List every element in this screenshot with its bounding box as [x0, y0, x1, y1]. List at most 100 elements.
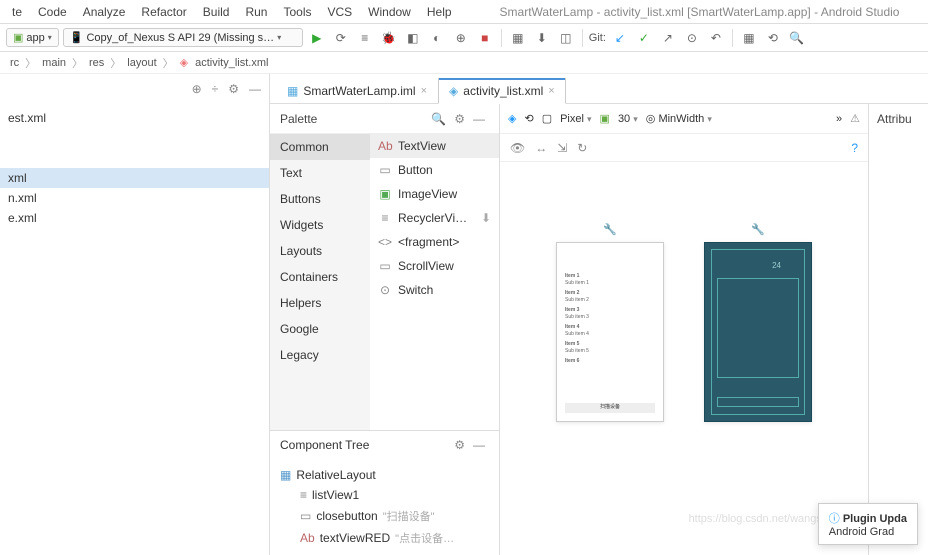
tree-item[interactable]: est.xml	[0, 108, 269, 128]
widget-switch[interactable]: ⊙Switch	[370, 278, 499, 302]
palette-cat-widgets[interactable]: Widgets	[270, 212, 370, 238]
menu-refactor[interactable]: Refactor	[133, 5, 194, 19]
attach-debugger-icon[interactable]: ⊕	[451, 28, 471, 48]
stop-icon[interactable]: ■	[475, 28, 495, 48]
minimize-icon[interactable]: —	[469, 112, 489, 126]
more-icon[interactable]: »	[836, 113, 842, 125]
git-commit-icon[interactable]: ✓	[634, 28, 654, 48]
tree-item[interactable]: e.xml	[0, 208, 269, 228]
theme-selector[interactable]: ◎ MinWidth ▾	[646, 112, 712, 125]
preview-list: Item 1Sub item 1 Item 2Sub item 2 Item 3…	[557, 243, 663, 365]
menu-item[interactable]: te	[4, 5, 30, 19]
ct-closebutton[interactable]: ▭closebutton "扫描设备"	[280, 505, 489, 527]
android-icon: ▣	[600, 112, 610, 125]
settings-icon[interactable]: ⚙	[228, 82, 239, 96]
design-device[interactable]: 🔧 Item 1Sub item 1 Item 2Sub item 2 Item…	[556, 242, 664, 422]
avd-manager-icon[interactable]: ▦	[508, 28, 528, 48]
close-icon[interactable]: ×	[421, 85, 427, 97]
git-revert-icon[interactable]: ↶	[706, 28, 726, 48]
help-icon[interactable]: ?	[851, 141, 858, 155]
device-selector[interactable]: Pixel ▾	[560, 113, 591, 125]
editor-tabs: ▦ SmartWaterLamp.iml × ◈ activity_list.x…	[270, 74, 928, 104]
coverage-icon[interactable]: ◧	[403, 28, 423, 48]
file-icon: ▦	[287, 84, 298, 98]
menu-analyze[interactable]: Analyze	[75, 5, 134, 19]
apply-changes-icon[interactable]: ⟳	[331, 28, 351, 48]
git-history-icon[interactable]: ⊙	[682, 28, 702, 48]
palette-cat-text[interactable]: Text	[270, 160, 370, 186]
minimize-icon[interactable]: —	[249, 82, 261, 96]
debug-icon[interactable]: 🐞	[379, 28, 399, 48]
warnings-icon[interactable]: ⚠	[850, 112, 860, 125]
project-structure-icon[interactable]: ▦	[739, 28, 759, 48]
sdk-manager-icon[interactable]: ⬇	[532, 28, 552, 48]
breadcrumb-part[interactable]: main	[40, 57, 68, 69]
device-icon: ▢	[542, 112, 552, 125]
run-icon[interactable]: ▶	[307, 28, 327, 48]
menu-run[interactable]: Run	[237, 5, 275, 19]
breadcrumb-part[interactable]: res	[87, 57, 106, 69]
widget-scrollview[interactable]: ▭ScrollView	[370, 254, 499, 278]
plugin-update-notification[interactable]: ⓘ Plugin Upda Android Grad	[818, 503, 918, 545]
run-config-selector[interactable]: ▣ app ▾	[6, 28, 59, 47]
menu-build[interactable]: Build	[195, 5, 238, 19]
minimize-icon[interactable]: —	[469, 438, 489, 452]
palette-cat-common[interactable]: Common	[270, 134, 370, 160]
target-icon[interactable]: ⊕	[192, 82, 202, 96]
preview-canvas[interactable]: 🔧 Item 1Sub item 1 Item 2Sub item 2 Item…	[500, 162, 868, 555]
git-push-icon[interactable]: ↗	[658, 28, 678, 48]
menu-window[interactable]: Window	[360, 5, 419, 19]
breadcrumb-file[interactable]: activity_list.xml	[193, 57, 270, 69]
blueprint-measure: 24	[772, 261, 781, 270]
pan-icon[interactable]: ↔	[535, 141, 547, 155]
ct-listview[interactable]: ≡listView1	[280, 485, 489, 505]
tab-layout[interactable]: ◈ activity_list.xml ×	[438, 78, 566, 104]
orientation-icon[interactable]: ⟲	[524, 112, 533, 125]
palette-cat-google[interactable]: Google	[270, 316, 370, 342]
close-icon[interactable]: ×	[548, 85, 554, 97]
menu-code[interactable]: Code	[30, 5, 75, 19]
git-update-icon[interactable]: ↙	[610, 28, 630, 48]
search-icon[interactable]: 🔍	[787, 28, 807, 48]
restart-icon[interactable]: ≡	[355, 28, 375, 48]
widget-imageview[interactable]: ▣ImageView	[370, 182, 499, 206]
profile-icon[interactable]: ◐	[427, 28, 447, 48]
palette-cat-buttons[interactable]: Buttons	[270, 186, 370, 212]
palette-cat-helpers[interactable]: Helpers	[270, 290, 370, 316]
breadcrumb-part[interactable]: layout	[125, 57, 158, 69]
divide-icon[interactable]: ÷	[212, 82, 219, 96]
blueprint-device[interactable]: 🔧 24	[704, 242, 812, 422]
tree-item[interactable]: xml	[0, 168, 269, 188]
separator	[732, 29, 733, 47]
ct-relativelayout[interactable]: ▦RelativeLayout	[280, 465, 489, 485]
search-icon[interactable]: 🔍	[427, 112, 450, 126]
widget-textview[interactable]: AbTextView	[370, 134, 499, 158]
refresh-icon[interactable]: ↻	[577, 141, 587, 155]
api-selector[interactable]: 30 ▾	[618, 113, 638, 125]
tab-iml[interactable]: ▦ SmartWaterLamp.iml ×	[276, 78, 438, 104]
menu-help[interactable]: Help	[419, 5, 460, 19]
resource-manager-icon[interactable]: ◫	[556, 28, 576, 48]
device-selector[interactable]: 📱 Copy_of_Nexus S API 29 (Missing s… ▾	[63, 28, 303, 47]
palette-cat-containers[interactable]: Containers	[270, 264, 370, 290]
eye-icon[interactable]: 👁	[510, 141, 525, 155]
design-surface-icon[interactable]: ◈	[508, 112, 516, 125]
menu-tools[interactable]: Tools	[275, 5, 319, 19]
component-tree-panel: Component Tree ⚙ — ▦RelativeLayout ≡list…	[270, 430, 499, 555]
wrench-icon[interactable]: 🔧	[751, 223, 765, 236]
wrench-icon[interactable]: 🔧	[603, 223, 617, 236]
tree-item[interactable]: n.xml	[0, 188, 269, 208]
settings-icon[interactable]: ⚙	[450, 112, 469, 126]
widget-button[interactable]: ▭Button	[370, 158, 499, 182]
settings-icon[interactable]: ⚙	[450, 438, 469, 452]
ct-textviewred[interactable]: AbtextViewRED "点击设备…	[280, 527, 489, 549]
breadcrumb-part[interactable]: rc	[8, 57, 21, 69]
sync-icon[interactable]: ⟲	[763, 28, 783, 48]
menu-vcs[interactable]: VCS	[319, 5, 360, 19]
palette-cat-layouts[interactable]: Layouts	[270, 238, 370, 264]
widget-fragment[interactable]: <><fragment>	[370, 230, 499, 254]
zoom-icon[interactable]: ⇲	[557, 141, 567, 155]
palette-cat-legacy[interactable]: Legacy	[270, 342, 370, 368]
download-icon[interactable]: ⬇	[481, 211, 491, 225]
widget-recyclerview[interactable]: ≡RecyclerVi…⬇	[370, 206, 499, 230]
